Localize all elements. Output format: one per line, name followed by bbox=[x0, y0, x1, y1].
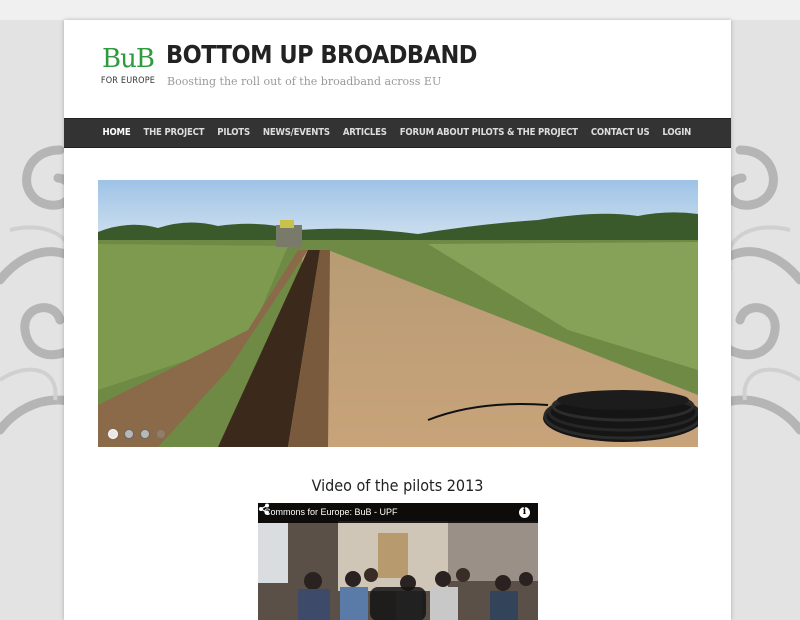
logo-subtext: FOR EUROPE bbox=[100, 76, 156, 86]
video-title-bar: Commons for Europe: BuB - UPF i bbox=[258, 503, 538, 523]
nav-item-pilots[interactable]: PILOTS bbox=[211, 119, 257, 147]
video-heading: Video of the pilots 2013 bbox=[311, 476, 484, 495]
image-slider[interactable] bbox=[98, 180, 698, 447]
nav-item-articles[interactable]: ARTICLES bbox=[336, 119, 393, 147]
main-navigation: HOME THE PROJECT PILOTS NEWS/EVENTS ARTICLES… bbox=[64, 118, 731, 148]
play-button[interactable] bbox=[370, 587, 426, 620]
top-strip bbox=[0, 0, 800, 20]
video-title[interactable]: Commons for Europe: BuB - UPF bbox=[264, 507, 398, 517]
slider-dot[interactable] bbox=[140, 429, 150, 439]
nav-item-contact-us[interactable]: CONTACT US bbox=[584, 119, 656, 147]
slider-dot[interactable] bbox=[124, 429, 134, 439]
slider-dots bbox=[108, 429, 166, 439]
nav-item-news-events[interactable]: NEWS/EVENTS bbox=[256, 119, 336, 147]
page-wrapper: BuB FOR EUROPE BOTTOM UP BROADBAND Boost… bbox=[64, 20, 731, 620]
nav-item-login[interactable]: LOGIN bbox=[656, 119, 698, 147]
slider-dot[interactable] bbox=[108, 429, 118, 439]
site-tagline: Boosting the roll out of the broadband a… bbox=[167, 75, 442, 88]
nav-items: HOME THE PROJECT PILOTS NEWS/EVENTS ARTICLES… bbox=[96, 119, 698, 147]
site-title[interactable]: BOTTOM UP BROADBAND bbox=[166, 40, 477, 70]
embedded-video[interactable]: Commons for Europe: BuB - UPF i bbox=[258, 503, 538, 620]
site-header: BuB FOR EUROPE BOTTOM UP BROADBAND Boost… bbox=[64, 20, 731, 118]
info-icon[interactable]: i bbox=[519, 507, 530, 518]
nav-item-the-project[interactable]: THE PROJECT bbox=[137, 119, 211, 147]
slider-dot[interactable] bbox=[156, 429, 166, 439]
site-logo[interactable]: BuB FOR EUROPE bbox=[98, 44, 158, 92]
logo-text: BuB bbox=[102, 44, 155, 74]
nav-item-forum-about-pilots-the-project[interactable]: FORUM ABOUT PILOTS & THE PROJECT bbox=[393, 119, 584, 147]
nav-item-home[interactable]: HOME bbox=[96, 119, 137, 147]
share-icon[interactable] bbox=[258, 503, 270, 515]
slider-image bbox=[98, 180, 698, 447]
